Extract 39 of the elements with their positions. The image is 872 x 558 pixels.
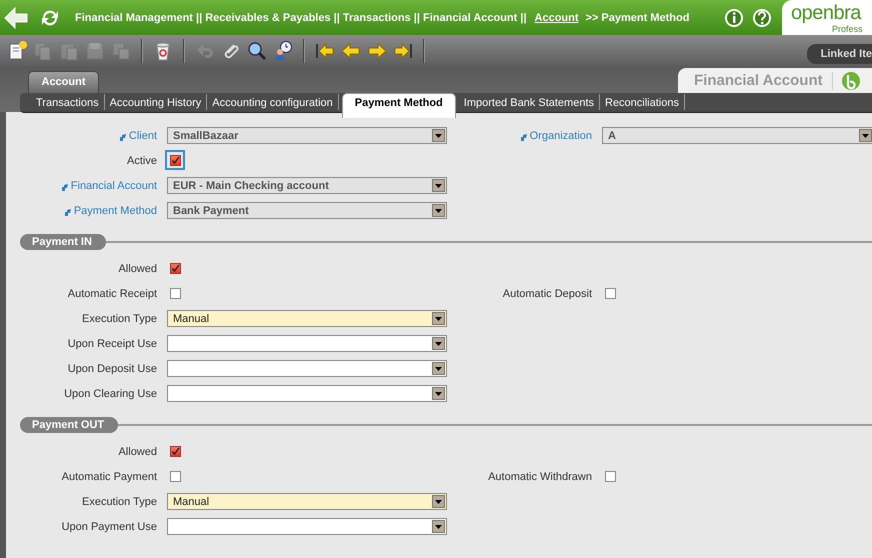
field-label: Upon Payment Use <box>62 520 157 534</box>
window-title: Financial Account <box>694 72 823 89</box>
field-label: Upon Deposit Use <box>68 362 157 376</box>
field-label[interactable]: Organization <box>530 130 592 142</box>
field-label: Upon Clearing Use <box>64 386 157 402</box>
field-label: Upon Receipt Use <box>68 336 157 352</box>
field-label: Execution Type <box>82 494 157 510</box>
select-field[interactable]: Manual <box>167 310 447 327</box>
field-label: Active <box>127 154 157 168</box>
window-tab[interactable]: Account <box>28 71 99 93</box>
field-label[interactable]: Client <box>128 130 157 142</box>
select-field[interactable]: A <box>602 127 872 144</box>
tab[interactable]: Accounting configuration <box>207 94 339 110</box>
tab[interactable]: Transactions <box>20 94 105 110</box>
section-header: Payment OUT <box>20 417 118 433</box>
tab[interactable]: Imported Bank Statements <box>458 94 600 110</box>
linked-items-button[interactable]: Linked Ite <box>806 44 872 64</box>
field-label: Automatic Withdrawn <box>488 470 592 484</box>
tab[interactable]: Payment Method <box>342 93 456 118</box>
logo-subtext: Profess <box>832 24 863 34</box>
field-label: Automatic Payment <box>62 470 157 484</box>
field-label: Execution Type <box>82 312 157 326</box>
field-label: Allowed <box>118 444 157 460</box>
select-field[interactable]: EUR - Main Checking account <box>167 177 447 194</box>
field-label: Automatic Receipt <box>68 286 157 302</box>
field-label: Allowed <box>118 262 157 276</box>
tab[interactable]: Reconciliations <box>600 94 685 110</box>
breadcrumb-link[interactable]: Account <box>534 12 579 24</box>
section-header: Payment IN <box>20 234 106 250</box>
breadcrumb: Financial Management || Receivables & Payables || Transactions || Financial Account || <box>75 12 527 24</box>
tab[interactable]: Accounting History <box>104 94 208 110</box>
field-label[interactable]: Financial Account <box>70 180 157 192</box>
select-field[interactable]: SmallBazaar <box>167 127 447 144</box>
breadcrumb-current: >> Payment Method <box>586 12 690 24</box>
logo-text: openbra <box>791 3 861 23</box>
select-field[interactable]: Manual <box>167 493 447 510</box>
select-field[interactable]: Bank Payment <box>167 202 447 219</box>
field-label[interactable]: Payment Method <box>74 204 157 216</box>
field-label: Automatic Deposit <box>502 286 592 302</box>
